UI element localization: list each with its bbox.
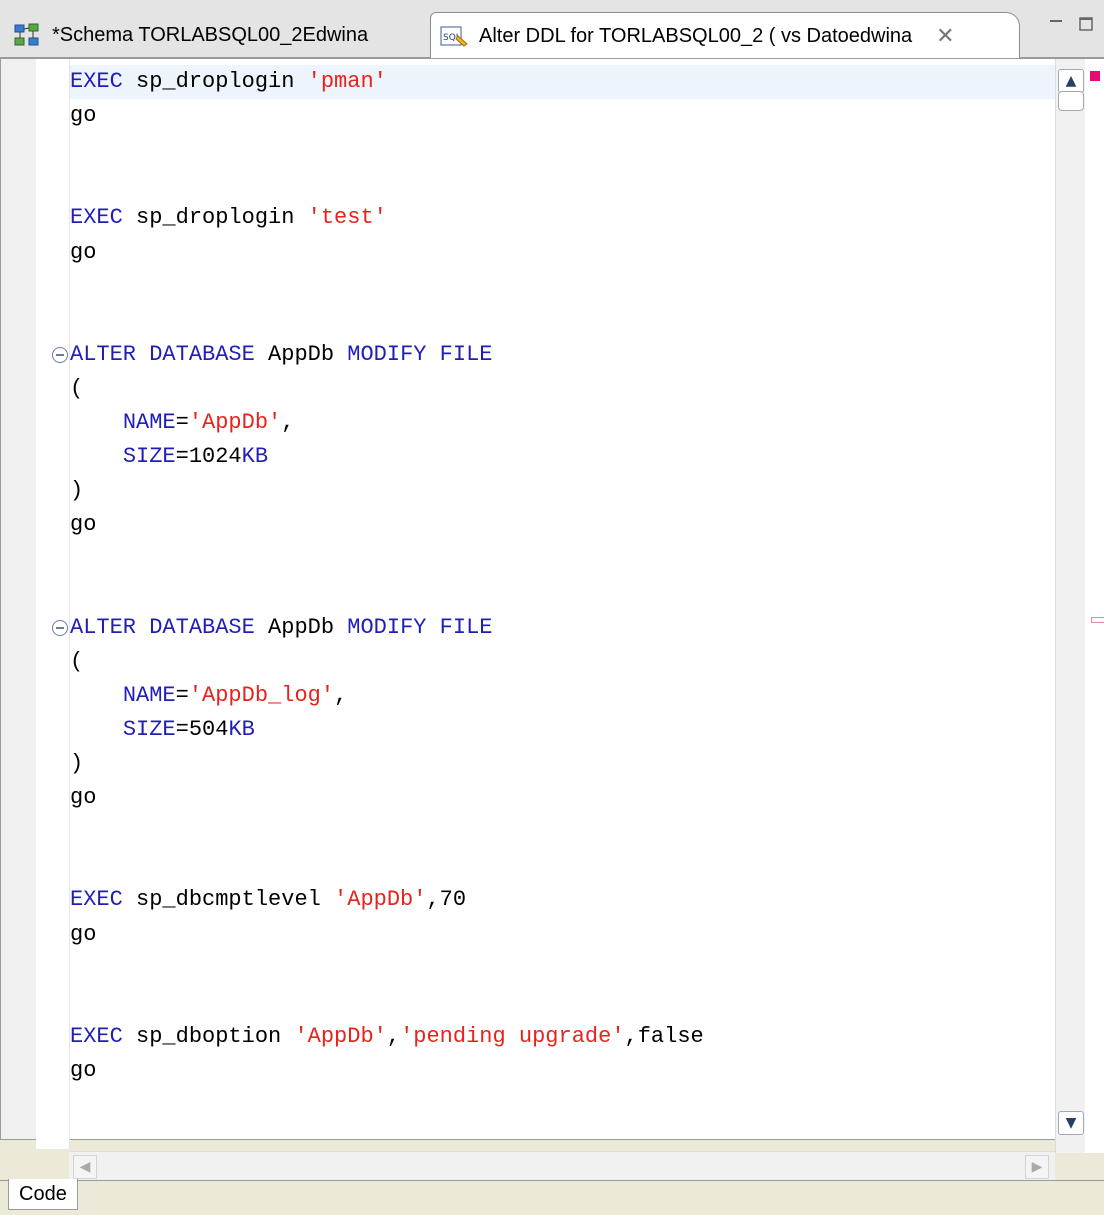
sql-keyword: ALTER DATABASE [70, 614, 255, 640]
sql-keyword: EXEC [70, 69, 123, 94]
code-line[interactable]: NAME='AppDb', [70, 406, 295, 440]
sql-keyword: SIZE [122, 716, 176, 742]
sql-keyword: MODIFY FILE [347, 614, 493, 640]
code-line[interactable]: NAME='AppDb_log', [70, 679, 347, 713]
sql-keyword: NAME [122, 682, 176, 708]
scroll-down-button[interactable]: ▼ [1058, 1111, 1084, 1135]
fold-collapse-icon[interactable] [52, 346, 68, 363]
sql-keyword: EXEC [70, 887, 123, 913]
sql-string: 'AppDb_log' [188, 682, 335, 708]
sql-string: 'AppDb' [188, 410, 282, 435]
sql-text: ( [70, 375, 84, 401]
sql-text: sp_dbcmptlevel [122, 887, 335, 913]
sql-keyword: EXEC [70, 205, 123, 231]
code-line[interactable]: EXEC sp_droplogin 'pman' [70, 65, 1055, 99]
sql-keyword: KB [228, 716, 255, 742]
code-line[interactable]: go [70, 781, 96, 815]
scroll-right-button[interactable]: ▶ [1025, 1155, 1049, 1179]
tab-alter-ddl[interactable]: SQL Alter DDL for TORLABSQL00_2 ( vs Dat… [430, 12, 1020, 59]
code-line[interactable]: EXEC sp_dbcmptlevel 'AppDb',70 [70, 883, 466, 917]
code-line[interactable]: ALTER DATABASE AppDb MODIFY FILE [70, 338, 493, 372]
code-line[interactable]: go [70, 508, 96, 542]
sql-string: 'AppDb' [334, 887, 427, 913]
sql-text: go [70, 512, 97, 538]
code-line[interactable]: go [70, 99, 96, 133]
sql-file-icon: SQL [439, 23, 469, 49]
code-line[interactable]: ) [70, 747, 83, 781]
sql-text: go [70, 103, 97, 129]
sql-text: sp_droplogin [122, 205, 308, 231]
sql-text: go [70, 239, 97, 265]
vertical-scrollbar[interactable]: ▲ ▼ [1055, 59, 1086, 1153]
sql-string: 'test' [307, 205, 387, 231]
sql-keyword: MODIFY FILE [347, 341, 493, 367]
sql-text: go [70, 921, 97, 947]
vertical-scroll-thumb[interactable] [1058, 91, 1084, 111]
editor-gutter [1, 59, 36, 1139]
sql-text: =1024 [175, 444, 242, 470]
sql-keyword: NAME [122, 410, 176, 435]
sql-keyword: KB [241, 444, 269, 470]
change-marker[interactable] [1091, 617, 1104, 623]
horizontal-scrollbar[interactable]: ◀ ▶ [69, 1151, 1055, 1182]
code-area[interactable]: EXEC sp_droplogin 'pman' go EXEC sp_droplo… [70, 59, 1055, 1149]
code-line[interactable]: go [70, 918, 96, 952]
sql-text: ( [70, 648, 84, 674]
minimize-icon[interactable] [1046, 14, 1066, 34]
sql-text: , [334, 682, 348, 708]
tab-code[interactable]: Code [8, 1179, 78, 1210]
sql-text: AppDb [254, 341, 348, 367]
code-line[interactable]: EXEC sp_dboption 'AppDb','pending upgrad… [70, 1020, 704, 1054]
sql-string: 'pman' [307, 69, 387, 94]
code-line[interactable]: go [70, 1054, 96, 1088]
fold-collapse-icon[interactable] [52, 619, 68, 636]
sql-text: go [70, 785, 97, 811]
scroll-left-button[interactable]: ◀ [73, 1155, 97, 1179]
window-controls [1046, 14, 1096, 34]
sql-text: = [175, 682, 189, 708]
sql-text: sp_dboption [122, 1023, 295, 1049]
sql-text: , [386, 1023, 401, 1049]
sql-text: sp_droplogin [122, 69, 308, 94]
sql-text: = [175, 410, 189, 435]
code-line[interactable]: ALTER DATABASE AppDb MODIFY FILE [70, 611, 493, 645]
tab-schema-label: *Schema TORLABSQL00_2Edwina [52, 23, 369, 46]
code-line[interactable]: EXEC sp_droplogin 'test' [70, 201, 387, 235]
sql-text: ,70 [426, 887, 467, 913]
sql-code-editor[interactable]: EXEC sp_droplogin 'pman' go EXEC sp_droplo… [0, 58, 1104, 1182]
schema-diagram-icon [12, 22, 42, 48]
annotation-ruler [36, 59, 70, 1149]
sql-text: , [281, 410, 295, 435]
tab-schema[interactable]: *Schema TORLABSQL00_2Edwina [0, 12, 415, 58]
maximize-icon[interactable] [1076, 14, 1096, 34]
overview-ruler[interactable] [1085, 59, 1104, 1153]
code-line[interactable]: ( [70, 372, 83, 406]
scroll-up-button[interactable]: ▲ [1058, 69, 1084, 93]
sql-text: AppDb [254, 614, 348, 640]
sql-text: go [70, 1057, 97, 1083]
sql-text: ) [70, 751, 84, 776]
tab-alter-ddl-label: Alter DDL for TORLABSQL00_2 ( vs Datoedw… [479, 24, 913, 47]
sql-keyword: EXEC [70, 1023, 123, 1049]
sql-keyword: ALTER DATABASE [70, 341, 255, 367]
editor-tab-bar: *Schema TORLABSQL00_2Edwina SQL Alter DD… [0, 0, 1104, 59]
code-line[interactable]: SIZE=1024KB [70, 440, 268, 474]
code-line[interactable]: SIZE=504KB [70, 713, 255, 747]
code-line[interactable]: go [70, 236, 96, 270]
sql-text: =504 [175, 716, 229, 742]
sql-string: 'AppDb' [294, 1023, 387, 1049]
editor-page-tabs: Code [0, 1179, 1104, 1215]
error-marker[interactable] [1090, 71, 1100, 81]
code-line[interactable]: ) [70, 474, 83, 508]
sql-text: ) [70, 478, 84, 504]
sql-string: 'pending upgrade' [400, 1023, 625, 1049]
sql-text: ,false [624, 1023, 704, 1049]
close-icon[interactable]: ✕ [936, 23, 954, 49]
code-line[interactable]: ( [70, 645, 83, 679]
sql-keyword: SIZE [122, 444, 176, 470]
